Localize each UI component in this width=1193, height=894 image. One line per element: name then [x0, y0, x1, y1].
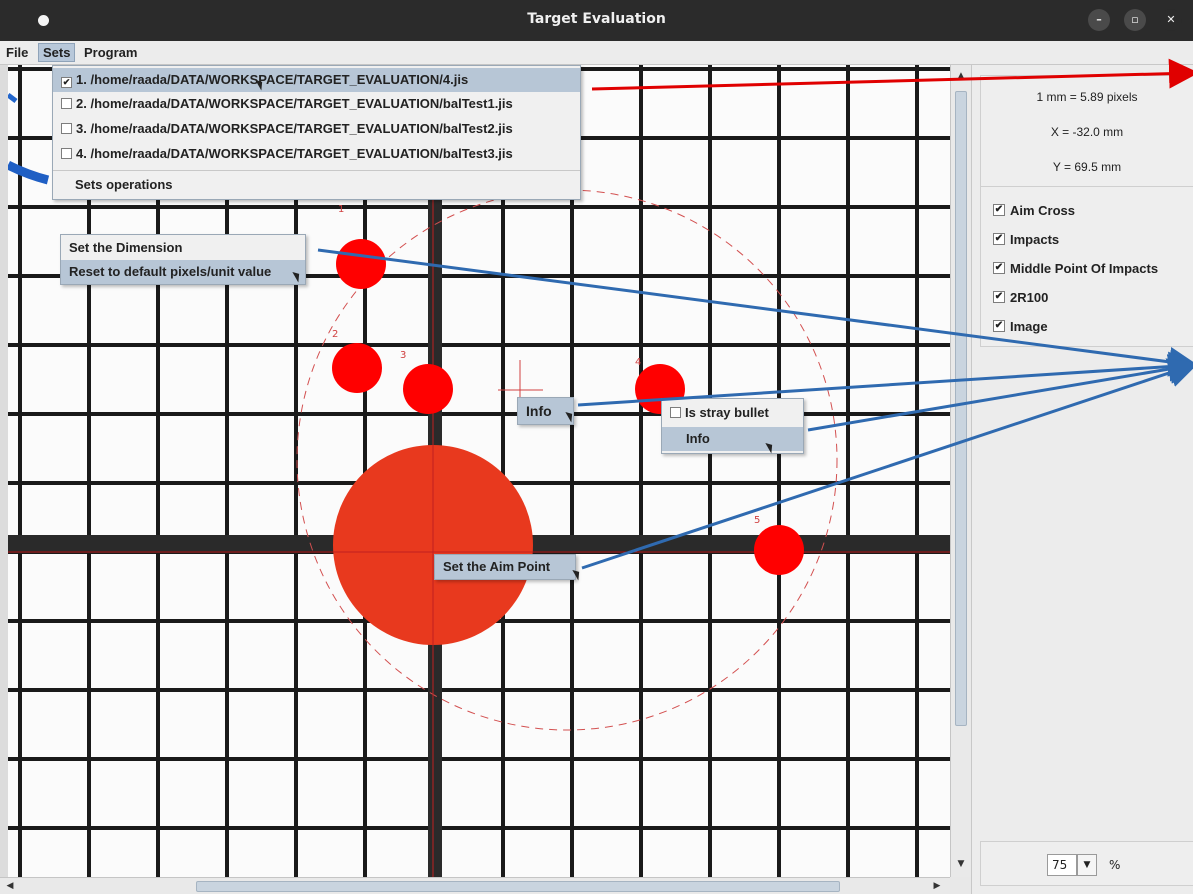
- horizontal-scroll-thumb[interactable]: [196, 881, 840, 892]
- zoom-control: 75 ▼ %: [980, 841, 1193, 886]
- zoom-value[interactable]: 75: [1047, 854, 1077, 876]
- impact-3: [403, 364, 453, 414]
- impact-label-1: 1: [338, 204, 344, 215]
- impact-1: [336, 239, 386, 289]
- impacts-checkbox[interactable]: ✔ Impacts: [993, 230, 1059, 248]
- menu-program[interactable]: Program: [80, 44, 141, 61]
- set-aim-point-item[interactable]: Set the Aim Point: [435, 555, 575, 579]
- aim-popup: Set the Aim Point: [434, 554, 576, 580]
- set-item-4[interactable]: 4. /home/raada/DATA/WORKSPACE/TARGET_EVA…: [53, 142, 580, 166]
- scale-text: 1 mm = 5.89 pixels: [1036, 90, 1138, 104]
- menu-file[interactable]: File: [2, 44, 32, 61]
- impact-5: [754, 525, 804, 575]
- left-edge: [0, 65, 8, 877]
- check-icon: ✔: [993, 204, 1005, 216]
- check-icon: ✔: [993, 233, 1005, 245]
- scroll-down-icon[interactable]: ▼: [954, 857, 968, 871]
- minimize-icon[interactable]: –: [1088, 9, 1110, 31]
- impact-2: [332, 343, 382, 393]
- checkbox-empty-icon: [61, 98, 72, 109]
- measure-info-box: 1 mm = 5.89 pixels X = -32.0 mm Y = 69.5…: [980, 75, 1193, 187]
- vertical-scroll-thumb[interactable]: [955, 91, 967, 726]
- zoom-unit: %: [1109, 858, 1121, 872]
- maximize-icon[interactable]: ▫: [1124, 9, 1146, 31]
- title-bar: Target Evaluation – ▫ ✕: [0, 0, 1193, 41]
- sets-operations[interactable]: Sets operations: [53, 173, 580, 197]
- stray-bullet-item[interactable]: Is stray bullet: [662, 401, 803, 425]
- impact-label-3: 3: [400, 350, 406, 361]
- y-coordinate: Y = 69.5 mm: [1052, 160, 1122, 174]
- horizontal-scrollbar[interactable]: ◀ ▶: [0, 877, 950, 894]
- display-options: ✔ Aim Cross ✔ Impacts ✔ Middle Point Of Imp…: [980, 187, 1193, 347]
- checkbox-empty-icon: [61, 148, 72, 159]
- check-icon: ✔: [993, 262, 1005, 274]
- set-dimension-item[interactable]: Set the Dimension: [61, 236, 305, 260]
- marker-streak: [8, 160, 50, 185]
- impact-popup: Is stray bullet Info: [661, 398, 804, 454]
- image-checkbox[interactable]: ✔ Image: [993, 317, 1048, 335]
- set-item-1[interactable]: ✔ 1. /home/raada/DATA/WORKSPACE/TARGET_EV…: [53, 68, 580, 92]
- right-panel: 1 mm = 5.89 pixels X = -32.0 mm Y = 69.5…: [971, 65, 1193, 894]
- menu-bar: File Sets Program: [0, 41, 1193, 65]
- scroll-up-icon[interactable]: ▲: [954, 69, 968, 83]
- marker-streak: [8, 93, 18, 103]
- scroll-left-icon[interactable]: ◀: [3, 879, 17, 893]
- check-icon: ✔: [61, 77, 72, 88]
- set-item-2[interactable]: 2. /home/raada/DATA/WORKSPACE/TARGET_EVA…: [53, 92, 580, 116]
- check-icon: ✔: [993, 320, 1005, 332]
- mpi-checkbox[interactable]: ✔ Middle Point Of Impacts: [993, 259, 1158, 277]
- vertical-scrollbar[interactable]: ▲ ▼: [950, 65, 971, 877]
- menu-separator: [53, 170, 580, 171]
- impact-label-4: 4: [635, 357, 641, 368]
- chevron-down-icon[interactable]: ▼: [1077, 854, 1097, 876]
- dimension-popup: Set the Dimension Reset to default pixel…: [60, 234, 306, 285]
- 2r100-checkbox[interactable]: ✔ 2R100: [993, 288, 1048, 306]
- reset-default-item[interactable]: Reset to default pixels/unit value: [61, 260, 305, 284]
- menu-sets[interactable]: Sets: [38, 43, 76, 62]
- scroll-right-icon[interactable]: ▶: [930, 879, 944, 893]
- sets-menu: ✔ 1. /home/raada/DATA/WORKSPACE/TARGET_EV…: [52, 65, 581, 200]
- impact-info-item[interactable]: Info: [662, 427, 803, 451]
- checkbox-empty-icon: [670, 407, 681, 418]
- set-item-3[interactable]: 3. /home/raada/DATA/WORKSPACE/TARGET_EVA…: [53, 117, 580, 141]
- check-icon: ✔: [993, 291, 1005, 303]
- impact-label-2: 2: [332, 329, 338, 340]
- x-coordinate: X = -32.0 mm: [1050, 125, 1124, 139]
- close-icon[interactable]: ✕: [1160, 9, 1182, 31]
- window-title: Target Evaluation: [527, 11, 666, 27]
- aim-cross-checkbox[interactable]: ✔ Aim Cross: [993, 201, 1075, 219]
- impact-label-5: 5: [754, 515, 760, 526]
- checkbox-empty-icon: [61, 123, 72, 134]
